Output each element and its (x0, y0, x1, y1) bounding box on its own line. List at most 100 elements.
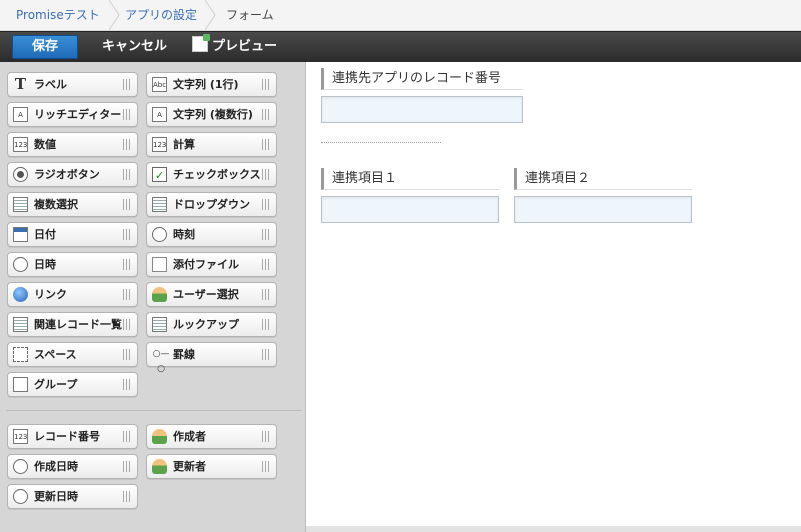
palette-item-creator[interactable]: 作成者 (146, 424, 277, 449)
multi-select-icon (13, 197, 28, 212)
cancel-button[interactable]: キャンセル (102, 35, 167, 59)
palette-item-group[interactable]: グループ (7, 372, 138, 397)
border-line-icon: ○—○ (152, 349, 170, 374)
palette-item-related-records[interactable]: 関連レコード一覧 (7, 312, 138, 337)
lookup-field-input[interactable] (321, 96, 523, 123)
field1-label[interactable]: 連携項目１ (321, 168, 499, 190)
breadcrumb: Promiseテスト アプリの設定 フォーム (0, 0, 801, 31)
creator-icon (152, 429, 167, 444)
palette-item-label-text: 更新者 (173, 460, 206, 473)
radio-icon (13, 167, 28, 182)
palette-item-label-text: 文字列 (複数行) (173, 108, 253, 121)
palette-item-rich-editor[interactable]: A リッチエディター (7, 102, 138, 127)
record-number-icon: 123 (13, 429, 28, 444)
drag-handle-icon (123, 79, 131, 90)
field2-label[interactable]: 連携項目２ (514, 168, 692, 190)
breadcrumb-current: フォーム (226, 8, 274, 22)
save-button[interactable]: 保存 (12, 35, 78, 59)
drag-handle-icon (262, 319, 270, 330)
form-canvas: 連携先アプリのレコード番号 連携項目１ 連携項目２ (306, 62, 801, 526)
field1-input[interactable] (321, 196, 499, 223)
drag-handle-icon (262, 109, 270, 120)
drag-handle-icon (262, 259, 270, 270)
palette-item-single-line-text[interactable]: Abc 文字列 (1行) (146, 72, 277, 97)
drag-handle-icon (262, 461, 270, 472)
updater-icon (152, 459, 167, 474)
palette-item-label-text: レコード番号 (34, 430, 100, 443)
drag-handle-icon (123, 491, 131, 502)
palette-item-label-text: 数値 (34, 138, 56, 151)
drag-handle-icon (262, 229, 270, 240)
group-icon (13, 377, 28, 392)
palette-item-lookup[interactable]: ルックアップ (146, 312, 277, 337)
drag-handle-icon (123, 319, 131, 330)
drag-handle-icon (123, 431, 131, 442)
palette-item-radio[interactable]: ラジオボタン (7, 162, 138, 187)
text-label-icon: T (14, 75, 27, 93)
palette-item-label-text: スペース (34, 348, 77, 361)
palette-item-dropdown[interactable]: ドロップダウン (146, 192, 277, 217)
chevron-right-icon (108, 0, 120, 30)
palette-item-date[interactable]: 日付 (7, 222, 138, 247)
breadcrumb-app[interactable]: Promiseテスト (16, 0, 100, 30)
checkbox-icon: ✓ (152, 167, 167, 182)
lookup-field-label[interactable]: 連携先アプリのレコード番号 (321, 68, 523, 90)
palette-item-user-select[interactable]: ユーザー選択 (146, 282, 277, 307)
palette-item-datetime[interactable]: 日時 (7, 252, 138, 277)
palette-item-space[interactable]: スペース (7, 342, 138, 367)
drag-handle-icon (262, 199, 270, 210)
chevron-right-icon (204, 0, 216, 30)
dropdown-icon (152, 197, 167, 212)
palette-item-label-text: 複数選択 (34, 198, 78, 211)
palette-item-label-text: 関連レコード一覧 (34, 318, 122, 331)
palette-item-label-text: ユーザー選択 (173, 288, 239, 301)
preview-label: プレビュー (212, 39, 278, 54)
palette-item-checkbox[interactable]: ✓ チェックボックス (146, 162, 277, 187)
palette-item-record-number[interactable]: 123 レコード番号 (7, 424, 138, 449)
user-select-icon (152, 287, 167, 302)
palette-item-label-text: リッチエディター (34, 108, 122, 121)
palette-item-multi-line-text[interactable]: A 文字列 (複数行) (146, 102, 277, 127)
palette-item-label-text: グループ (34, 378, 78, 391)
palette-item-label-text: 日付 (34, 228, 56, 241)
palette-item-time[interactable]: 時刻 (146, 222, 277, 247)
palette-item-label-text: ラベル (34, 78, 67, 91)
border-line-divider (321, 142, 441, 143)
palette-item-number[interactable]: 123 数値 (7, 132, 138, 157)
field2-input[interactable] (514, 196, 692, 223)
palette-item-label[interactable]: T ラベル (7, 72, 138, 97)
palette-item-label-text: 計算 (173, 138, 195, 151)
drag-handle-icon (123, 199, 131, 210)
drag-handle-icon (123, 379, 131, 390)
palette-item-updater[interactable]: 更新者 (146, 454, 277, 479)
palette-item-label-text: 日時 (34, 258, 56, 271)
palette-item-calc[interactable]: 123 計算 (146, 132, 277, 157)
drag-handle-icon (262, 169, 270, 180)
preview-button[interactable]: プレビュー (192, 34, 278, 59)
drag-handle-icon (123, 259, 131, 270)
drag-handle-icon (123, 169, 131, 180)
palette-item-multi-select[interactable]: 複数選択 (7, 192, 138, 217)
related-records-icon (13, 317, 28, 332)
palette-divider (6, 410, 301, 411)
created-datetime-icon (13, 459, 28, 474)
multi-line-text-icon: A (152, 107, 167, 122)
drag-handle-icon (123, 109, 131, 120)
palette-item-label-text: 添付ファイル (173, 258, 239, 271)
palette-item-attachment[interactable]: 添付ファイル (146, 252, 277, 277)
space-icon (13, 347, 28, 362)
palette-item-label-text: ルックアップ (173, 318, 239, 331)
palette-item-label-text: 作成日時 (34, 460, 78, 473)
palette-item-updated-datetime[interactable]: 更新日時 (7, 484, 138, 509)
datetime-icon (13, 257, 28, 272)
palette-item-link[interactable]: リンク (7, 282, 138, 307)
single-line-text-icon: Abc (152, 77, 167, 92)
lookup-icon (152, 317, 167, 332)
drag-handle-icon (123, 461, 131, 472)
breadcrumb-app-settings[interactable]: アプリの設定 (125, 0, 197, 30)
palette-item-label-text: 時刻 (173, 228, 195, 241)
palette-item-created-datetime[interactable]: 作成日時 (7, 454, 138, 479)
preview-icon (192, 34, 210, 52)
palette-item-border-line[interactable]: ○—○ 罫線 (146, 342, 277, 374)
drag-handle-icon (123, 289, 131, 300)
